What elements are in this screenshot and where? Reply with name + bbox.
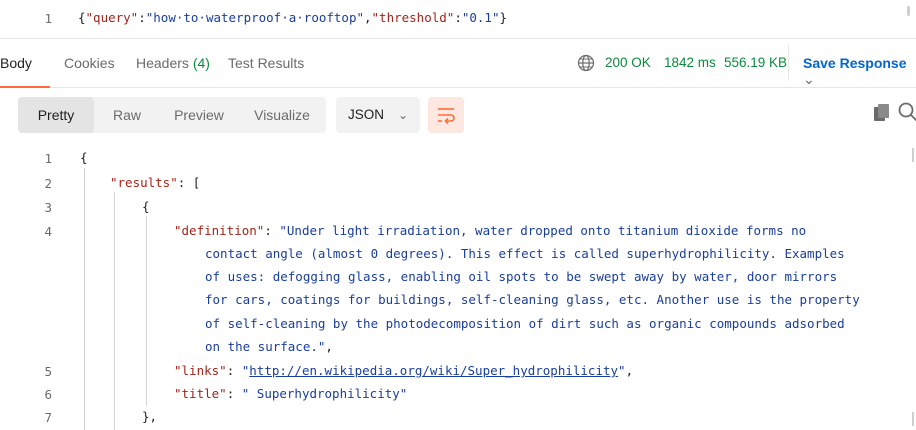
line-number: 2 bbox=[44, 176, 52, 191]
format-select[interactable]: JSON ⌄ bbox=[336, 97, 420, 133]
tab-cookies[interactable]: Cookies bbox=[64, 55, 115, 71]
response-time[interactable]: 1842 ms bbox=[664, 55, 716, 70]
response-body[interactable]: 1 2 3 4 5 6 7 { "results": [ { "definiti… bbox=[0, 144, 916, 430]
definition-key: "definition" bbox=[174, 223, 265, 238]
copy-icon[interactable] bbox=[873, 103, 891, 123]
indent-guide bbox=[146, 216, 147, 406]
wikipedia-link[interactable]: http://en.wikipedia.org/wiki/Super_hydro… bbox=[249, 363, 618, 378]
title-value: " Superhydrophilicity" bbox=[241, 386, 408, 401]
line-number: 4 bbox=[44, 224, 52, 239]
view-mode-pretty[interactable]: Pretty bbox=[18, 97, 94, 133]
definition-value-line: "Under light irradiation, water dropped … bbox=[279, 223, 807, 238]
response-size[interactable]: 556.19 KB bbox=[724, 55, 787, 70]
wrap-lines-button[interactable] bbox=[428, 97, 464, 133]
links-key: "links" bbox=[174, 363, 227, 378]
query-key: "query" bbox=[85, 10, 139, 25]
definition-value-line-last: on the surface.", bbox=[205, 339, 333, 354]
request-close-brace: } bbox=[499, 10, 508, 25]
definition-value-line: contact angle (almost 0 degrees). This e… bbox=[205, 246, 845, 261]
code-line-5: "links": "http://en.wikipedia.org/wiki/S… bbox=[174, 363, 634, 378]
headers-count-badge: (4) bbox=[192, 55, 210, 71]
results-key: "results" bbox=[110, 175, 178, 190]
save-response-button[interactable]: Save Response ⌄ bbox=[788, 45, 916, 87]
line-number: 3 bbox=[44, 200, 52, 215]
tab-headers[interactable]: Headers (4) bbox=[136, 55, 210, 71]
indent-guide bbox=[84, 168, 85, 430]
code-line-1: { bbox=[80, 150, 88, 165]
status-code[interactable]: 200 OK bbox=[605, 55, 651, 70]
query-value: "how·to·waterproof·a·rooftop" bbox=[145, 10, 364, 25]
line-number: 7 bbox=[44, 410, 52, 425]
view-mode-visualize[interactable]: Visualize bbox=[240, 97, 324, 133]
line-number: 6 bbox=[44, 387, 52, 402]
view-mode-segmented-control: Pretty Raw Preview Visualize bbox=[18, 97, 326, 133]
code-line-7: }, bbox=[142, 409, 158, 424]
view-mode-raw[interactable]: Raw bbox=[96, 97, 158, 133]
tab-test-results[interactable]: Test Results bbox=[228, 55, 304, 71]
request-scrollbar[interactable] bbox=[907, 6, 910, 16]
threshold-value: "0.1" bbox=[461, 10, 500, 25]
code-line-3: { bbox=[142, 199, 150, 214]
save-response-label: Save Response bbox=[803, 55, 907, 71]
format-select-value: JSON bbox=[348, 107, 385, 122]
globe-icon[interactable] bbox=[577, 54, 595, 72]
code-line-2: "results": [ bbox=[110, 175, 201, 190]
indent-guide bbox=[114, 192, 115, 430]
save-response-chevron-icon: ⌄ bbox=[803, 71, 815, 87]
view-mode-preview[interactable]: Preview bbox=[160, 97, 238, 133]
definition-value-line: of self-cleaning by the photodecompositi… bbox=[205, 316, 845, 331]
tab-headers-label: Headers bbox=[136, 55, 189, 71]
title-key: "title" bbox=[174, 386, 227, 401]
request-body-editor[interactable]: 1 {"query":"how·to·waterproof·a·rooftop"… bbox=[0, 0, 916, 38]
request-body-code[interactable]: {"query":"how·to·waterproof·a·rooftop","… bbox=[78, 10, 507, 25]
request-line-number: 1 bbox=[44, 11, 52, 26]
request-open-brace: { bbox=[78, 10, 86, 25]
code-line-4: "definition": "Under light irradiation, … bbox=[174, 223, 807, 238]
threshold-key: "threshold" bbox=[371, 10, 455, 25]
definition-value-line: of uses: defogging glass, enabling oil s… bbox=[205, 269, 838, 284]
chevron-down-icon: ⌄ bbox=[397, 108, 408, 122]
response-tabs: Body Cookies Headers (4) Test Results 20… bbox=[0, 38, 916, 88]
response-viewer-toolbar: Pretty Raw Preview Visualize JSON ⌄ bbox=[0, 88, 916, 144]
definition-value-line: for cars, coatings for buildings, self-c… bbox=[205, 292, 860, 307]
tab-body[interactable]: Body bbox=[0, 55, 32, 71]
line-number: 1 bbox=[44, 151, 52, 166]
line-number: 5 bbox=[44, 364, 52, 379]
code-line-6: "title": " Superhydrophilicity" bbox=[174, 386, 408, 401]
wrap-lines-icon bbox=[438, 108, 455, 125]
response-scrollbar-lower[interactable] bbox=[912, 412, 914, 426]
response-scrollbar[interactable] bbox=[912, 148, 914, 162]
search-icon[interactable] bbox=[897, 101, 916, 123]
